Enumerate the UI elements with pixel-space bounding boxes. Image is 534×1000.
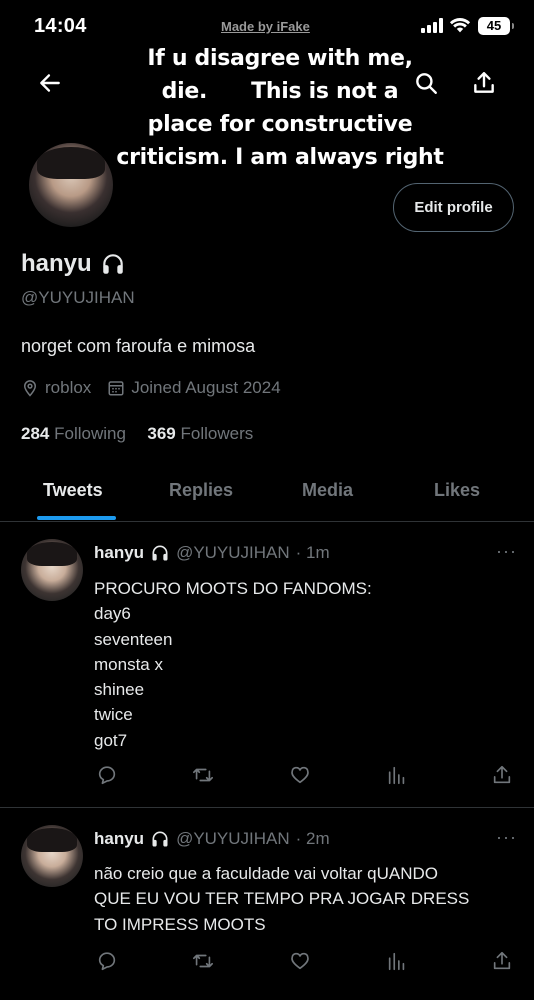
tweet-avatar[interactable] — [21, 825, 83, 887]
back-button[interactable] — [36, 69, 64, 97]
tweet-more-button[interactable]: ··· — [496, 827, 517, 848]
reply-icon[interactable] — [96, 764, 118, 786]
share-profile-button[interactable] — [470, 69, 498, 97]
tweet-line: PROCURO MOOTS DO FANDOMS: — [94, 579, 372, 598]
tweet-line: seventeen — [94, 629, 173, 649]
profile-tabs: Tweets Replies Media Likes — [0, 462, 534, 522]
tweet-header: hanyu @YUYUJIHAN · 2m — [94, 829, 330, 849]
tweet-item[interactable]: hanyu @YUYUJIHAN · 2m ··· não creio que … — [0, 809, 534, 1000]
profile-bio: norget com faroufa e mimosa — [21, 336, 256, 356]
like-icon[interactable] — [289, 764, 311, 786]
tweet-line: QUE EU VOU TER TEMPO PRA JOGAR DRESS — [94, 889, 470, 909]
overlay-caption: If u disagree with me, die. This is not … — [110, 42, 450, 174]
tweet-text: não creio que a faculdade vai voltar qUA… — [94, 861, 514, 937]
profile-location: roblox — [21, 378, 91, 398]
tweet-line: got7 — [94, 730, 128, 750]
arrow-left-icon — [40, 74, 60, 92]
tweet-line: day6 — [94, 604, 131, 624]
headphones-icon — [102, 254, 123, 274]
overlay-line: place for constructive — [147, 112, 413, 137]
share-icon[interactable] — [491, 764, 513, 786]
tweet-line: não creio que a faculdade vai voltar qUA… — [94, 864, 438, 883]
status-time: 14:04 — [34, 15, 87, 37]
wifi-icon — [449, 18, 471, 33]
following-label: Following — [54, 424, 126, 443]
tweet-line: shinee — [94, 680, 145, 700]
following-link[interactable]: 284 Following — [21, 424, 126, 443]
profile-name: hanyu — [21, 250, 92, 277]
tweet-line: twice — [94, 705, 133, 725]
followers-label: Followers — [180, 424, 254, 443]
tweet-actions — [0, 764, 534, 788]
edit-profile-button[interactable]: Edit profile — [393, 183, 514, 232]
analytics-icon[interactable] — [386, 950, 408, 972]
tab-media[interactable]: Media — [302, 480, 353, 501]
tweet-line: TO IMPRESS MOOTS — [94, 914, 266, 934]
like-icon[interactable] — [289, 950, 311, 972]
location-text: roblox — [45, 378, 92, 397]
tweet-time: · 2m — [295, 829, 330, 848]
overlay-line: criticism. I am always right — [116, 145, 444, 170]
tweet-author-name[interactable]: hanyu — [94, 543, 144, 563]
overlay-line: If u disagree with me, — [147, 46, 413, 71]
headphones-icon — [152, 545, 168, 561]
headphones-icon — [152, 831, 168, 847]
tweet-author-handle: @YUYUJIHAN — [176, 543, 290, 562]
share-icon — [474, 72, 494, 93]
tweet-more-button[interactable]: ··· — [496, 541, 517, 562]
tab-replies[interactable]: Replies — [169, 480, 233, 501]
overlay-line: die. This is not a — [161, 79, 399, 104]
retweet-icon[interactable] — [192, 950, 214, 972]
location-pin-icon — [23, 380, 37, 397]
profile-joined: Joined August 2024 — [107, 378, 281, 398]
tweet-text: PROCURO MOOTS DO FANDOMS: day6 seventeen… — [94, 576, 514, 753]
cellular-signal-icon — [421, 18, 443, 33]
following-count: 284 — [21, 424, 50, 443]
share-icon[interactable] — [491, 950, 513, 972]
retweet-icon[interactable] — [192, 764, 214, 786]
followers-link[interactable]: 369 Followers — [147, 424, 253, 443]
calendar-icon — [108, 381, 124, 396]
analytics-icon[interactable] — [386, 764, 408, 786]
followers-count: 369 — [147, 424, 176, 443]
tweet-header: hanyu @YUYUJIHAN · 1m — [94, 543, 330, 563]
profile-name-row: hanyu — [21, 250, 126, 278]
reply-icon[interactable] — [96, 950, 118, 972]
joined-text: Joined August 2024 — [131, 378, 281, 397]
tweet-author-handle: @YUYUJIHAN — [176, 829, 290, 848]
watermark-text: Made by iFake — [221, 19, 310, 34]
tweet-item[interactable]: hanyu @YUYUJIHAN · 1m ··· PROCURO MOOTS … — [0, 523, 534, 808]
tweet-line: monsta x — [94, 654, 163, 674]
active-tab-indicator — [37, 516, 116, 520]
profile-avatar[interactable] — [26, 140, 116, 230]
tab-tweets[interactable]: Tweets — [43, 480, 103, 501]
tab-likes[interactable]: Likes — [434, 480, 480, 501]
profile-handle: @YUYUJIHAN — [21, 288, 135, 307]
tweet-actions — [0, 950, 534, 974]
tweet-time: · 1m — [295, 543, 330, 562]
tweet-avatar[interactable] — [21, 539, 83, 601]
profile-meta: roblox Joined August 2024 — [21, 378, 297, 398]
tweet-author-name[interactable]: hanyu — [94, 829, 144, 849]
battery-icon: 45 — [478, 17, 514, 35]
follow-stats: 284 Following 369 Followers — [21, 424, 253, 444]
